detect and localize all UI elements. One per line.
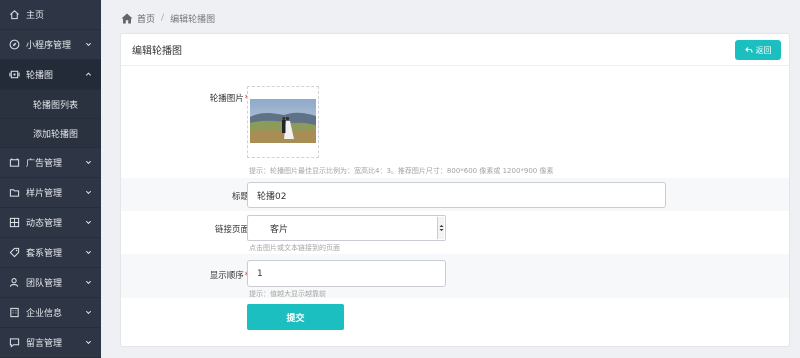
sidebar-item-messages[interactable]: 留言管理	[0, 328, 101, 358]
link-field-label: 链接页面	[214, 225, 249, 235]
link-page-selected: 客片	[270, 224, 289, 235]
chevron-up-icon	[85, 72, 92, 76]
return-arrow-icon	[744, 47, 753, 53]
home-icon	[8, 9, 20, 21]
image-hint: 提示：轮播图片最佳显示比例为：宽高比4：3。推荐图片尺寸：800*600 像素或…	[249, 167, 554, 175]
card-header: 编辑轮播图	[121, 34, 789, 66]
sidebar-item-samples[interactable]: 样片管理	[0, 178, 101, 208]
chevron-down-icon	[85, 340, 92, 345]
breadcrumb-home-link[interactable]: 首页	[137, 12, 155, 25]
user-icon	[8, 277, 20, 289]
chevron-down-icon	[85, 190, 92, 195]
sidebar-item-label: 套系管理	[26, 249, 63, 259]
sidebar-item-label: 小程序管理	[26, 41, 72, 51]
ad-icon	[8, 157, 20, 169]
chevron-down-icon	[85, 250, 92, 255]
sidebar-item-carousel[interactable]: 轮播图	[0, 60, 101, 90]
chevron-down-icon	[85, 310, 92, 315]
sidebar-item-label: 广告管理	[26, 159, 63, 169]
sidebar-item-label: 留言管理	[26, 339, 63, 349]
home-icon[interactable]	[121, 13, 133, 24]
order-label-text: 显示顺序	[209, 271, 244, 281]
page-title: 编辑轮播图	[132, 46, 182, 57]
sidebar: 主页 小程序管理 轮播图 轮播图列表 添加轮播图 广告管理 样片管理 动态管理 …	[0, 0, 101, 358]
edit-carousel-card: 编辑轮播图 返回 轮播图片*	[120, 33, 790, 347]
building-icon	[8, 307, 20, 319]
breadcrumb-current: 编辑轮播图	[170, 14, 216, 25]
title-field-label: 标题	[231, 192, 249, 202]
carousel-image-upload[interactable]	[247, 86, 319, 158]
tag-icon	[8, 247, 20, 259]
chevron-down-icon	[85, 160, 92, 165]
carousel-image-thumbnail	[250, 99, 316, 143]
link-hint: 点击图片或文本链接到的页面	[249, 244, 340, 252]
order-input[interactable]: 1	[247, 260, 446, 287]
submit-button[interactable]: 提交	[247, 304, 344, 330]
sidebar-item-home[interactable]: 主页	[0, 0, 101, 30]
sidebar-item-company[interactable]: 企业信息	[0, 298, 101, 328]
compass-icon	[8, 39, 20, 51]
select-arrow	[437, 217, 444, 239]
order-hint: 提示：值越大显示越靠前	[249, 290, 326, 298]
main-content: 首页 / 编辑轮播图 编辑轮播图 返回 轮播图片*	[101, 0, 800, 358]
link-page-select[interactable]: 客片	[247, 215, 446, 241]
chevron-down-icon	[85, 220, 92, 225]
sidebar-item-label: 样片管理	[26, 189, 63, 199]
image-label-text: 轮播图片	[209, 94, 244, 104]
breadcrumb: 首页 / 编辑轮播图	[121, 10, 215, 26]
message-icon	[8, 337, 20, 349]
sidebar-item-label: 主页	[26, 11, 45, 21]
chevron-down-icon	[85, 280, 92, 285]
sidebar-item-label: 轮播图	[26, 71, 54, 81]
sidebar-item-team[interactable]: 团队管理	[0, 268, 101, 298]
image-field-label: 轮播图片*	[121, 92, 249, 104]
sidebar-item-news[interactable]: 动态管理	[0, 208, 101, 238]
sidebar-subitem-carousel-list[interactable]: 轮播图列表	[0, 90, 101, 119]
sidebar-subitem-add-carousel[interactable]: 添加轮播图	[0, 119, 101, 148]
folder-icon	[8, 187, 20, 199]
sidebar-subitem-label: 轮播图列表	[33, 100, 79, 111]
back-button-label: 返回	[755, 45, 772, 55]
back-button[interactable]: 返回	[735, 40, 781, 60]
sidebar-item-ads[interactable]: 广告管理	[0, 148, 101, 178]
sidebar-item-miniprogram[interactable]: 小程序管理	[0, 30, 101, 60]
chevron-down-icon	[85, 42, 92, 47]
sidebar-item-label: 企业信息	[26, 309, 63, 319]
updown-arrow-icon	[439, 225, 443, 231]
sidebar-item-packages[interactable]: 套系管理	[0, 238, 101, 268]
sidebar-item-label: 动态管理	[26, 219, 63, 229]
grid-icon	[8, 217, 20, 229]
sidebar-item-label: 团队管理	[26, 279, 63, 289]
title-input[interactable]: 轮播02	[247, 182, 666, 208]
sidebar-subitem-label: 添加轮播图	[33, 129, 79, 140]
order-field-label: 显示顺序*	[121, 269, 249, 281]
slides-icon	[8, 69, 20, 81]
breadcrumb-separator: /	[161, 13, 165, 23]
